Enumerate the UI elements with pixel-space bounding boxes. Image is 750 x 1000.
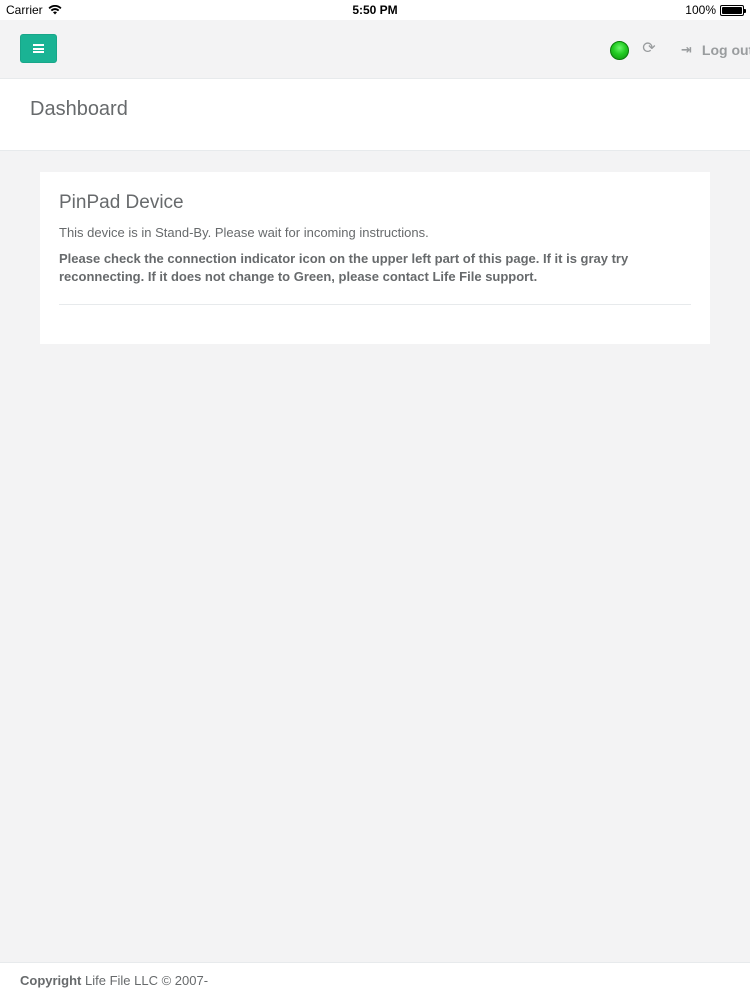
standby-message: This device is in Stand-By. Please wait …	[59, 225, 429, 240]
logout-label: Log out	[701, 42, 750, 58]
wifi-icon	[48, 5, 62, 15]
hamburger-icon	[33, 44, 44, 53]
pinpad-device-panel: PinPad Device This device is in Stand-By…	[40, 172, 710, 344]
status-left: Carrier	[6, 3, 62, 17]
connection-indicator-icon	[610, 41, 629, 60]
menu-toggle-button[interactable]	[20, 34, 57, 63]
status-time: 5:50 PM	[352, 3, 398, 17]
connection-note: Please check the connection indicator ic…	[59, 251, 629, 284]
logout-link[interactable]: ⇥ Log out	[681, 40, 750, 60]
footer: Copyright Life File LLC © 2007-	[0, 962, 750, 1000]
refresh-icon[interactable]: ⟳	[640, 40, 658, 58]
battery-icon	[720, 4, 746, 16]
panel-divider	[59, 304, 691, 305]
battery-percent: 100%	[685, 3, 716, 17]
copyright-text: Life File LLC © 2007-	[85, 973, 209, 988]
page-title: Dashboard	[30, 98, 128, 120]
top-navbar: ⟳ ⇥ Log out	[0, 20, 750, 79]
copyright-label: Copyright	[20, 973, 82, 988]
status-bar: Carrier 5:50 PM 100%	[0, 0, 750, 20]
panel-title: PinPad Device	[59, 192, 184, 213]
page-heading: Dashboard	[0, 79, 750, 151]
sign-out-icon: ⇥	[681, 42, 692, 57]
status-right: 100%	[685, 3, 746, 17]
carrier-label: Carrier	[6, 3, 43, 17]
